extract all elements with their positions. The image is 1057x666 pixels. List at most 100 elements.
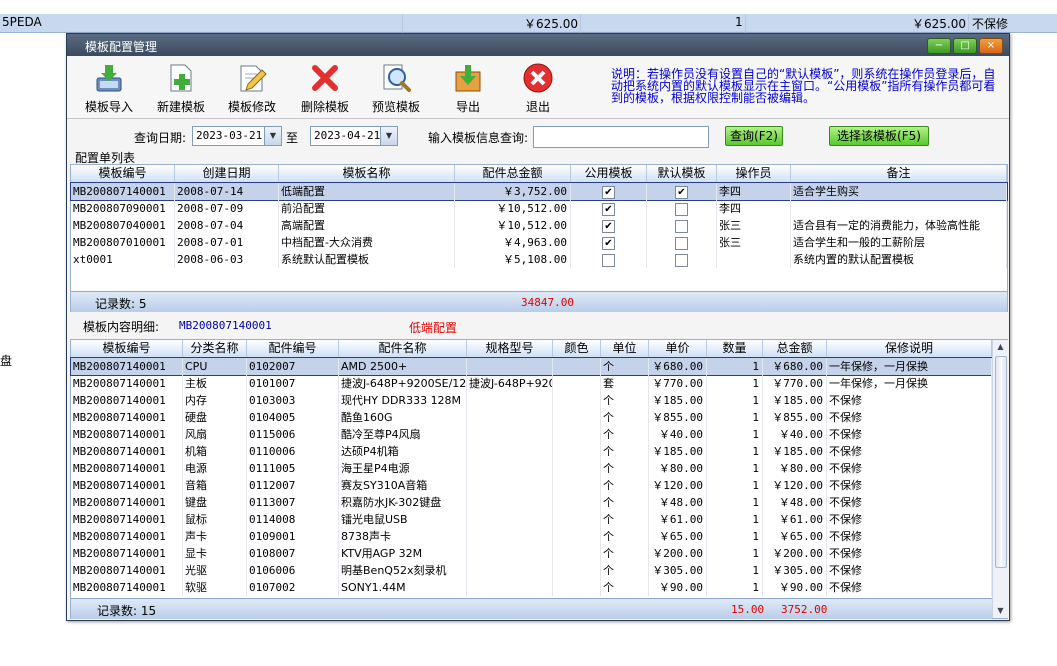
- date-from-picker[interactable]: 2023-03-21 ▼: [192, 126, 282, 146]
- detail-header: 模板编号 分类名称 配件编号 配件名称 规格型号 颜色 单位 单价 数量 总金额…: [71, 340, 992, 358]
- col-header[interactable]: 模板编号: [71, 165, 175, 182]
- col-header[interactable]: 分类名称: [183, 340, 247, 357]
- default-template-checkbox[interactable]: [647, 234, 717, 251]
- col-header[interactable]: 默认模板: [647, 165, 717, 182]
- keyword-search-input[interactable]: [533, 126, 709, 148]
- export-button[interactable]: 导出: [438, 62, 498, 115]
- cell-category: 风扇: [183, 426, 247, 443]
- scroll-up-icon[interactable]: ▲: [993, 340, 1008, 354]
- col-header[interactable]: 备注: [791, 165, 1007, 182]
- date-to-picker[interactable]: 2023-04-21 ▼: [310, 126, 398, 146]
- cell-price: ￥770.00: [649, 375, 707, 392]
- select-template-button[interactable]: 选择该模板(F5): [829, 126, 929, 146]
- default-template-checkbox[interactable]: ✔: [647, 183, 717, 200]
- table-row[interactable]: MB200807140001 鼠标 0114008 镭光电鼠USB 个 ￥61.00 1 ￥6…: [71, 511, 992, 528]
- col-header[interactable]: 数量: [707, 340, 763, 357]
- col-header[interactable]: 模板编号: [71, 340, 183, 357]
- col-header[interactable]: 规格型号: [467, 340, 553, 357]
- close-button[interactable]: ×: [979, 38, 1003, 54]
- default-template-checkbox[interactable]: [647, 251, 717, 268]
- table-row[interactable]: MB200807140001 声卡 0109001 8738声卡个 ￥65.00 1 ￥65…: [71, 528, 992, 545]
- checkbox-icon[interactable]: [675, 202, 688, 216]
- col-header[interactable]: 保修说明: [827, 340, 992, 357]
- col-header[interactable]: 创建日期: [175, 165, 279, 182]
- table-row[interactable]: MB200807140001 音箱 0112007 赛友SY310A音箱个 ￥120.0…: [71, 477, 992, 494]
- cell-code: xt0001: [71, 251, 175, 268]
- scroll-thumb[interactable]: [995, 356, 1007, 568]
- table-row[interactable]: MB200807140001 软驱 0107002 SONY1.44M 个 ￥90.00 1…: [71, 579, 992, 596]
- cell-color: [553, 545, 601, 562]
- col-header[interactable]: 配件编号: [247, 340, 339, 357]
- col-header[interactable]: 单位: [601, 340, 649, 357]
- table-row[interactable]: MB200807140001 2008-07-14 低端配置 ￥3,752.00 ✔ ✔ 李…: [70, 182, 1008, 201]
- table-row[interactable]: MB200807140001 内存 0103003 现代HY DDR333 128M 个…: [71, 392, 992, 409]
- preview-template-label: 预览模板: [371, 100, 420, 114]
- cell-warranty: 不保修: [827, 409, 992, 426]
- title-bar[interactable]: 模板配置管理 − □ ×: [67, 34, 1009, 56]
- checkbox-icon[interactable]: ✔: [675, 185, 688, 199]
- col-header[interactable]: 单价: [649, 340, 707, 357]
- exit-button[interactable]: 退出: [508, 62, 568, 115]
- delete-template-button[interactable]: 删除模板: [295, 62, 355, 115]
- checkbox-icon[interactable]: ✔: [602, 202, 615, 216]
- public-template-checkbox[interactable]: ✔: [571, 234, 647, 251]
- search-button[interactable]: 查询(F2): [725, 126, 783, 146]
- public-template-checkbox[interactable]: ✔: [571, 183, 647, 200]
- table-row[interactable]: MB200807140001 主板 0101007 捷波J-648P+9200SE/1…: [71, 375, 992, 392]
- checkbox-icon[interactable]: ✔: [602, 236, 615, 250]
- maximize-button[interactable]: □: [953, 38, 977, 54]
- cell-total: ￥80.00: [763, 460, 827, 477]
- table-row[interactable]: MB200807140001 电源 0111005 海王星P4电源个 ￥80.00 1 ￥8…: [71, 460, 992, 477]
- col-header[interactable]: 公用模板: [571, 165, 647, 182]
- checkbox-icon[interactable]: ✔: [602, 185, 615, 199]
- public-template-checkbox[interactable]: ✔: [571, 200, 647, 217]
- table-row[interactable]: MB200807140001 光驱 0106006 明基BenQ52x刻录机个 ￥305…: [71, 562, 992, 579]
- cell-spec: [467, 443, 553, 460]
- col-header[interactable]: 配件总金额: [455, 165, 571, 182]
- new-template-button[interactable]: 新建模板: [151, 62, 211, 115]
- cell-spec: [467, 477, 553, 494]
- minimize-button[interactable]: −: [927, 38, 951, 54]
- chevron-down-icon[interactable]: ▼: [380, 127, 397, 145]
- col-header[interactable]: 模板名称: [279, 165, 455, 182]
- table-row[interactable]: MB200807140001 键盘 0113007 积嘉防水JK-302键盘个 ￥48.…: [71, 494, 992, 511]
- cell-part_name: 镭光电鼠USB: [339, 511, 467, 528]
- checkbox-icon[interactable]: [675, 253, 688, 267]
- col-header[interactable]: 颜色: [553, 340, 601, 357]
- cell-part_no: 0115006: [247, 426, 339, 443]
- public-template-checkbox[interactable]: ✔: [571, 217, 647, 234]
- table-row[interactable]: MB200807140001 机箱 0110006 达硕P4机箱个 ￥185.00 1 ￥1…: [71, 443, 992, 460]
- checkbox-icon[interactable]: ✔: [602, 219, 615, 233]
- checkbox-icon[interactable]: [675, 236, 688, 250]
- cell-code: MB200807140001: [71, 528, 183, 545]
- cell-amount: ￥4,963.00: [455, 234, 571, 251]
- default-template-checkbox[interactable]: [647, 217, 717, 234]
- cell-operator: 张三: [717, 217, 791, 234]
- table-row[interactable]: MB200807090001 2008-07-09 前沿配置 ￥10,512.00 ✔ 李…: [71, 200, 1007, 217]
- cell-note: [791, 200, 1007, 217]
- table-row[interactable]: MB200807140001 风扇 0115006 酷冷至尊P4风扇个 ￥40.00 1 ￥…: [71, 426, 992, 443]
- scroll-down-icon[interactable]: ▼: [993, 604, 1008, 618]
- table-row[interactable]: MB200807040001 2008-07-04 高端配置 ￥10,512.00 ✔ 张…: [71, 217, 1007, 234]
- import-template-button[interactable]: 模板导入: [79, 62, 139, 115]
- default-template-checkbox[interactable]: [647, 200, 717, 217]
- table-row[interactable]: MB200807140001 CPU 0102007 AMD 2500+ 个 ￥680.0…: [70, 357, 993, 376]
- detail-label: 模板内容明细:: [83, 320, 160, 334]
- table-row[interactable]: MB200807140001 硬盘 0104005 酷鱼160G 个 ￥855.00 1 ￥8…: [71, 409, 992, 426]
- table-row[interactable]: MB200807010001 2008-07-01 中档配置-大众消费 ￥4,963.…: [71, 234, 1007, 251]
- cell-part_name: 酷鱼160G: [339, 409, 467, 426]
- cell-total: ￥305.00: [763, 562, 827, 579]
- table-row[interactable]: xt0001 2008-06-03 系统默认配置模板 ￥5,108.00 系统内置的默认…: [71, 251, 1007, 268]
- edit-template-button[interactable]: 模板修改: [222, 62, 282, 115]
- public-template-checkbox[interactable]: [571, 251, 647, 268]
- col-header[interactable]: 总金额: [763, 340, 827, 357]
- chevron-down-icon[interactable]: ▼: [264, 127, 281, 145]
- checkbox-icon[interactable]: [675, 219, 688, 233]
- col-header[interactable]: 操作员: [717, 165, 791, 182]
- detail-vertical-scrollbar[interactable]: ▲ ▼: [992, 340, 1008, 618]
- preview-template-button[interactable]: 预览模板: [366, 62, 426, 115]
- col-header[interactable]: 配件名称: [339, 340, 467, 357]
- checkbox-icon[interactable]: [602, 253, 615, 267]
- cell-spec: [467, 494, 553, 511]
- table-row[interactable]: MB200807140001 显卡 0108007 KTV用AGP 32M 个 ￥200.…: [71, 545, 992, 562]
